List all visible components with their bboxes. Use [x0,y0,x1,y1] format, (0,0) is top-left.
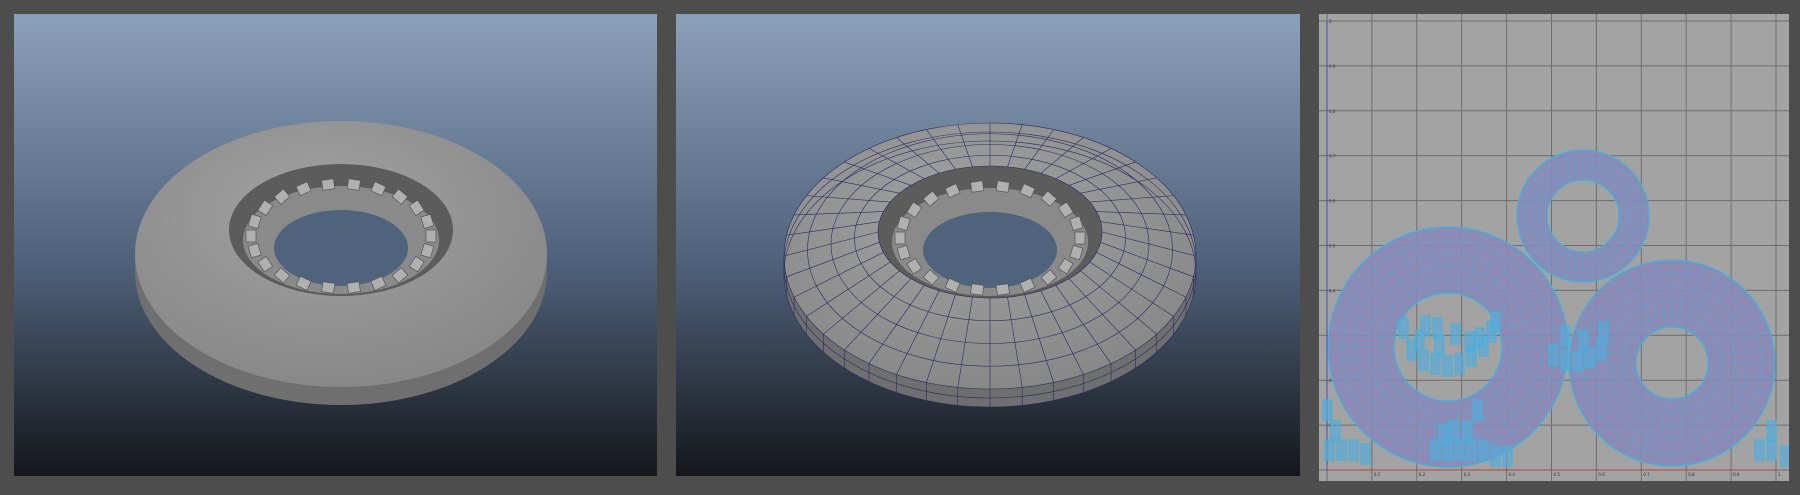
gear-tooth [346,281,361,294]
uv-island [1420,315,1431,337]
wireframe-viewport[interactable] [676,14,1300,476]
u-tick-label: 0.2 [1419,472,1426,477]
uv-island [1560,325,1571,347]
uv-island [1478,439,1489,461]
v-tick-label: 0.4 [1329,288,1336,293]
u-tick-label: 1 [1778,472,1781,477]
gear-tooth [1074,231,1086,245]
u-tick-label: 0.7 [1643,472,1650,477]
u-tick-label: 0.6 [1598,472,1605,477]
wireframe-torus-view [676,14,1300,476]
uv-island [1598,321,1609,343]
u-tick-label: 0.3 [1464,472,1471,477]
uv-island [1578,329,1589,351]
uv-island [1466,439,1477,461]
uv-island [1766,439,1777,461]
gear-tooth [321,178,336,191]
uv-island [1560,349,1571,371]
uv-island [1454,353,1465,375]
u-tick-label: 0.1 [1374,472,1381,477]
gear-tooth [894,231,906,245]
u-tick-label: 0.4 [1509,472,1516,477]
uv-island [1450,323,1461,345]
center-hole [274,210,408,286]
uv-island [1584,347,1595,369]
uv-island [1472,399,1483,421]
gear-tooth [245,229,257,243]
gear-tooth [346,178,361,191]
gear-tooth [970,180,985,193]
u-tick-label: 0.9 [1733,472,1740,477]
uv-island [1572,351,1583,373]
uv-island [1502,445,1513,467]
uv-island [1330,420,1341,442]
uv-shell-inner-wall [1516,149,1650,283]
uv-island [1780,445,1789,467]
v-tick-label: 0.6 [1329,199,1336,204]
gear-tooth [995,283,1010,296]
uv-island [1454,439,1465,461]
uv-island [1448,420,1459,442]
gear-tooth [970,283,985,296]
uv-island [1324,439,1335,461]
gear-tooth [425,229,437,243]
center-hole [923,212,1057,288]
uv-island [1432,317,1443,339]
uv-island [1442,355,1453,377]
uv-island [1438,423,1449,445]
uv-island [1418,349,1429,371]
uv-grid: 0.10.20.30.40.50.60.70.80.910.10.20.30.4… [1319,14,1789,481]
uv-island [1360,443,1371,465]
shaded-viewport[interactable] [14,14,657,476]
shaded-torus-view [14,14,657,476]
u-tick-label: 0.8 [1688,472,1695,477]
uv-island [1596,339,1607,361]
v-tick-label: 0.5 [1329,244,1336,249]
uv-shell-bottom-face [1568,259,1776,467]
u-tick-label: 0.5 [1554,472,1561,477]
uv-island [1336,439,1347,461]
uv-island [1322,399,1333,421]
uv-island [1474,327,1485,349]
uv-island [1398,317,1409,339]
uv-island [1548,344,1559,366]
uv-island [1464,331,1475,353]
uv-island [1462,420,1473,442]
v-tick-label: 0.8 [1329,109,1336,114]
uv-editor[interactable]: 0.10.20.30.40.50.60.70.80.910.10.20.30.4… [1319,14,1789,481]
gear-tooth [995,180,1010,193]
uv-island [1348,439,1359,461]
gear-tooth [321,281,336,294]
uv-island [1490,311,1501,333]
v-tick-label: 0.9 [1329,64,1336,69]
uv-island [1766,420,1777,442]
v-tick-label: 0.7 [1329,154,1336,159]
uv-island [1754,439,1765,461]
uv-island [1430,353,1441,375]
uv-island [1490,445,1501,467]
